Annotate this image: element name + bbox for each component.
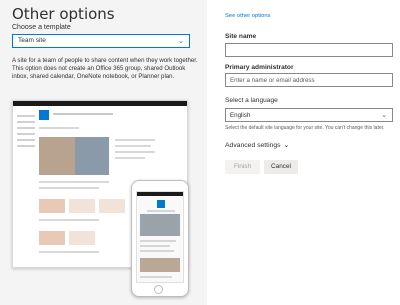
- primary-admin-input[interactable]: Enter a name or email address: [225, 73, 393, 87]
- advanced-settings-toggle[interactable]: Advanced settings ⌄: [225, 141, 289, 149]
- language-select-value: English: [230, 112, 251, 119]
- preview-card: [39, 199, 65, 213]
- preview-hero-image-2: [75, 137, 109, 175]
- choose-template-label: Choose a template: [12, 24, 71, 31]
- chevron-down-icon: ⌄: [283, 142, 290, 149]
- home-button-icon: [154, 285, 163, 294]
- mobile-text-line: [140, 240, 176, 242]
- preview-card: [69, 231, 95, 245]
- preview-text-line: [39, 127, 79, 129]
- mobile-card-image: [140, 258, 180, 272]
- mobile-preview-image: [131, 180, 189, 297]
- site-name-input[interactable]: [225, 43, 393, 57]
- page-title: Other options: [12, 5, 115, 23]
- preview-text-line: [115, 157, 145, 159]
- mobile-text-line: [140, 276, 172, 278]
- create-site-page: Other options Choose a template Team sit…: [0, 0, 400, 305]
- preview-site-logo: [39, 110, 49, 120]
- advanced-settings-label: Advanced settings: [225, 142, 281, 149]
- preview-header-line: [53, 113, 113, 115]
- preview-text-line: [39, 187, 99, 189]
- preview-text-line: [39, 219, 99, 221]
- site-name-label: Site name: [225, 33, 257, 40]
- chevron-down-icon: ⌄: [178, 38, 184, 45]
- see-other-options-link[interactable]: See other options: [225, 13, 270, 19]
- mobile-text-line: [147, 210, 175, 212]
- language-select[interactable]: English ⌄: [225, 108, 393, 122]
- mobile-site-logo: [157, 200, 165, 208]
- mobile-hero-image: [140, 214, 180, 236]
- mobile-suite-bar: [137, 192, 183, 196]
- preview-card: [69, 199, 95, 213]
- template-select-value: Team site: [18, 37, 46, 44]
- preview-text-line: [115, 151, 155, 153]
- mobile-text-line: [140, 250, 174, 252]
- template-select[interactable]: Team site ⌄: [12, 34, 190, 48]
- finish-button[interactable]: Finish: [225, 160, 260, 174]
- preview-nav: [17, 115, 35, 151]
- mobile-text-line: [140, 245, 170, 247]
- preview-suite-bar: [13, 101, 187, 106]
- primary-admin-label: Primary administrator: [225, 64, 294, 71]
- language-label: Select a language: [225, 97, 278, 104]
- preview-card: [99, 199, 125, 213]
- preview-card: [39, 231, 65, 245]
- chevron-down-icon: ⌄: [381, 112, 387, 119]
- preview-text-line: [39, 181, 109, 183]
- cancel-button[interactable]: Cancel: [264, 160, 298, 174]
- preview-text-line: [39, 251, 99, 253]
- preview-text-line: [115, 145, 151, 147]
- template-panel: Other options Choose a template Team sit…: [0, 0, 207, 305]
- language-hint: Select the default site language for you…: [225, 125, 385, 131]
- template-description: A site for a team of people to share con…: [12, 57, 198, 81]
- preview-text-line: [115, 139, 155, 141]
- mobile-preview-screen: [136, 191, 184, 283]
